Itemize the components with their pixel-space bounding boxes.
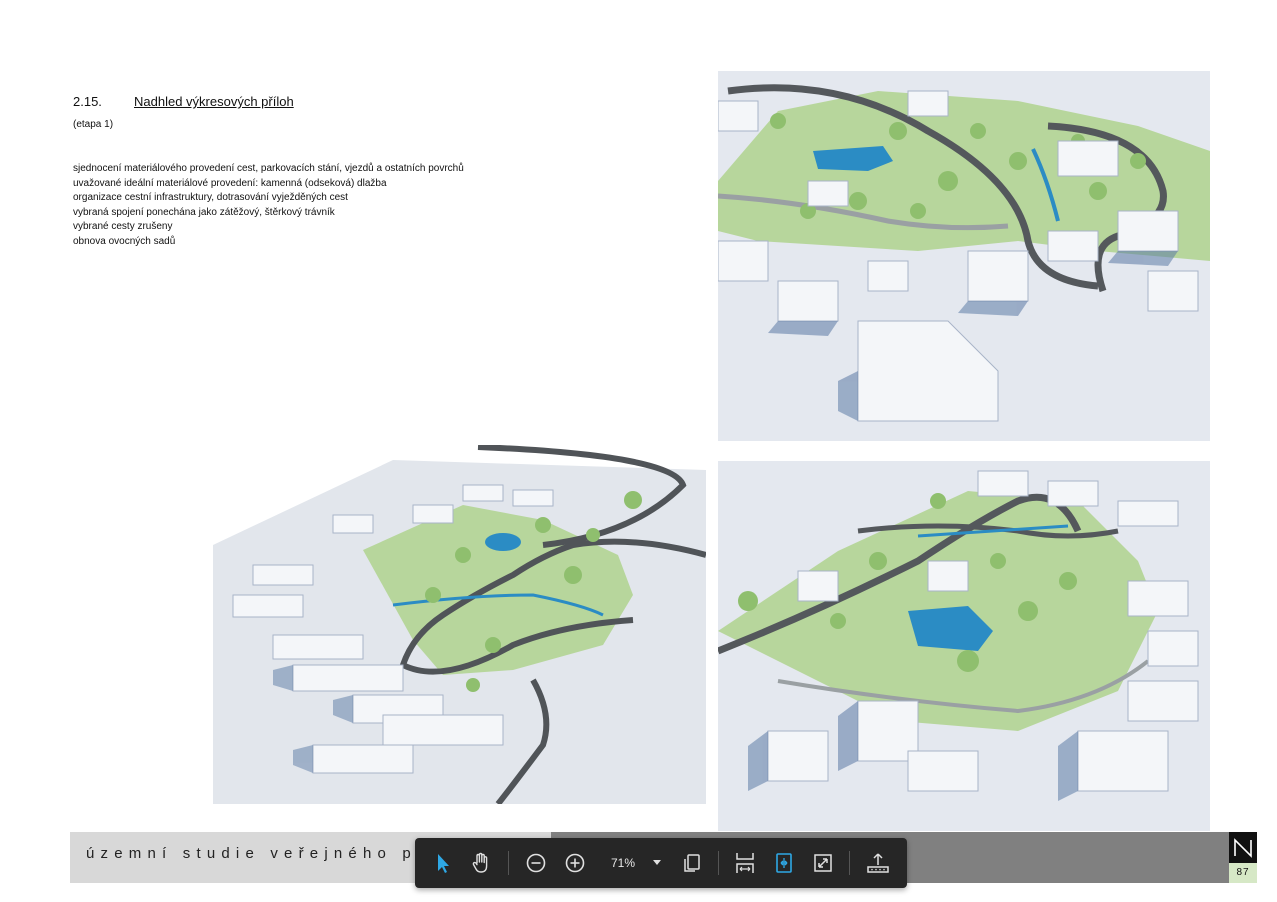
toolbar-divider [508, 851, 509, 875]
aerial-render-top-right [718, 71, 1210, 441]
cursor-arrow-icon [438, 854, 449, 873]
pdf-viewer-toolbar: 71% [415, 838, 907, 888]
download-button[interactable] [862, 847, 894, 879]
zoom-level-value: 71% [611, 856, 636, 870]
section-title: Nadhled výkresových příloh [134, 94, 294, 109]
fit-page-button[interactable] [768, 847, 800, 879]
fit-width-icon [736, 853, 754, 873]
minus-circle-icon [526, 853, 546, 873]
zoom-level-dropdown[interactable]: 71% [601, 847, 663, 879]
select-tool-button[interactable] [427, 847, 459, 879]
list-item: sjednocení materiálového provedení cest,… [73, 163, 464, 174]
upload-tray-icon [867, 853, 889, 873]
section-heading: 2.15. Nadhled výkresových příloh [73, 94, 294, 109]
toolbar-divider [849, 851, 850, 875]
stage-label: (etapa 1) [73, 119, 114, 130]
page-number: 87 [1229, 863, 1257, 883]
caret-down-icon [653, 860, 662, 865]
plus-circle-icon [565, 853, 585, 873]
n-logo-icon [1234, 838, 1252, 858]
fullscreen-button[interactable] [807, 847, 839, 879]
zoom-out-button[interactable] [520, 847, 552, 879]
hand-icon [472, 852, 488, 873]
logo [1229, 832, 1257, 863]
footer-title: územní studie veřejného pr [86, 845, 429, 862]
list-item: uvažované ideální materiálové provedení:… [73, 177, 387, 189]
description-list: sjednocení materiálového provedení cest,… [73, 162, 464, 249]
page-thumbnails-button[interactable] [676, 847, 708, 879]
list-item: organizace cestní infrastruktury, dotras… [73, 192, 348, 203]
list-item: obnova ovocných sadů [73, 235, 176, 247]
zoom-in-button[interactable] [559, 847, 591, 879]
toolbar-divider [718, 851, 719, 875]
expand-icon [814, 854, 832, 872]
aerial-render-bottom-left [213, 445, 706, 804]
section-number: 2.15. [73, 94, 102, 109]
list-item: vybrané cesty zrušeny [73, 221, 173, 232]
fit-width-button[interactable] [729, 847, 761, 879]
pages-icon [684, 854, 700, 872]
fit-page-icon [776, 853, 792, 873]
list-item: vybraná spojení ponechána jako zátěžový,… [73, 206, 335, 218]
aerial-render-bottom-right [718, 461, 1210, 831]
hand-tool-button[interactable] [465, 847, 497, 879]
